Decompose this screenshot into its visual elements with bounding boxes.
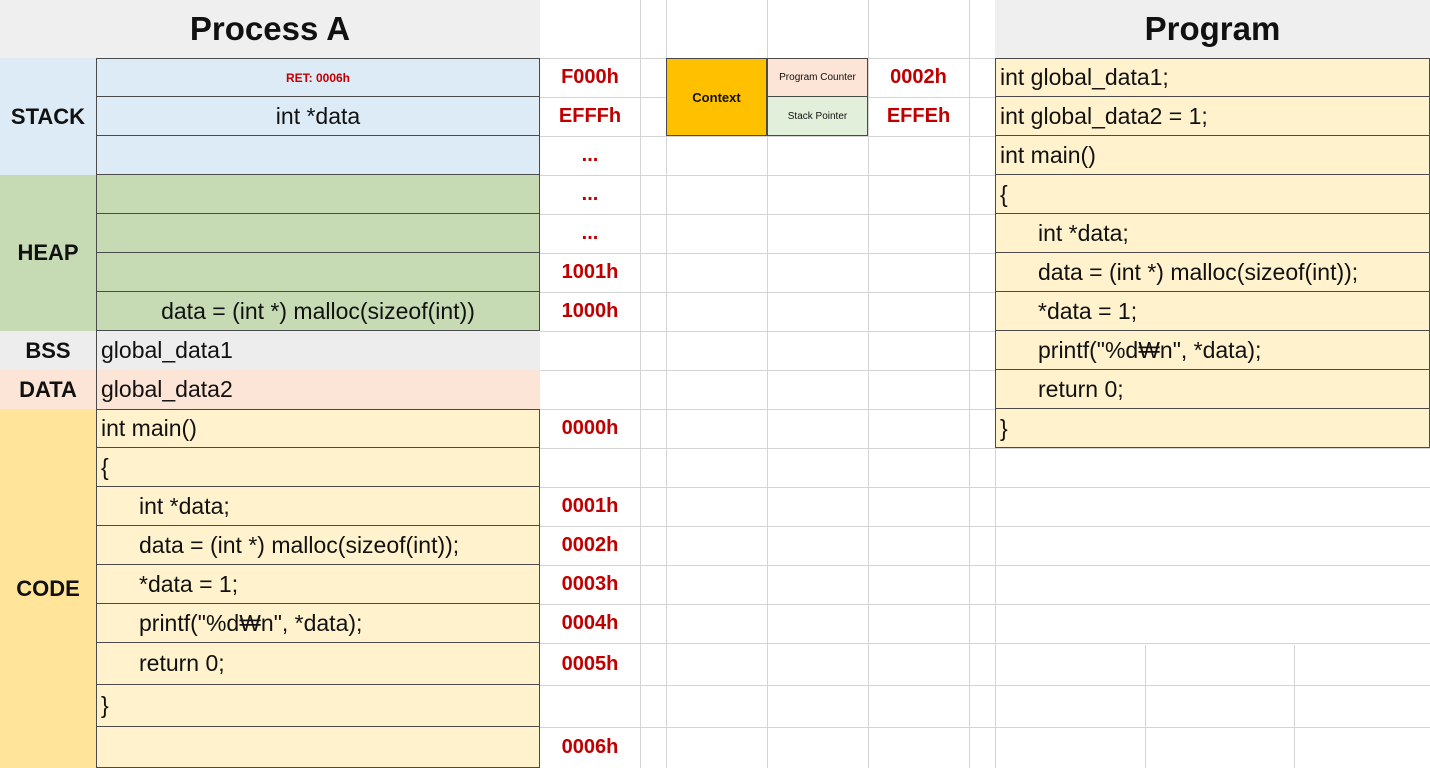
grid-line [540,604,1430,605]
program-line: data = (int *) malloc(sizeof(int)); [995,253,1430,292]
heap-cell [96,253,540,292]
data-label: DATA [0,370,96,409]
code-line: int main() [96,409,540,448]
grid-line [540,685,1430,686]
address-label [540,370,640,409]
address-label: F000h [561,66,619,88]
stack-pointer-label: Stack Pointer [767,97,868,136]
address-label: EFFFh [558,105,622,127]
address-label: 0004h [561,612,619,634]
program-line: int main() [995,136,1430,175]
stack-cell-ret: RET: 0006h [96,58,540,97]
code-line: int *data; [96,487,540,526]
address-label [540,685,640,727]
address-label: 0006h [561,736,619,758]
address-label: 0002h [561,534,619,556]
program-line: *data = 1; [995,292,1430,331]
context-label: Context [666,58,767,136]
address-label: 0000h [561,417,619,439]
grid-line [540,727,1430,728]
code-label: CODE [0,409,96,768]
code-line: } [96,685,540,727]
address-label: 1000h [561,300,619,322]
code-line: return 0; [96,643,540,685]
grid-line [540,526,1430,527]
stack-pointer-value: EFFEh [886,105,951,127]
bss-label: BSS [0,331,96,370]
heap-cell [96,175,540,214]
address-label: ... [581,144,599,166]
stack-cell-empty [96,136,540,175]
program-line: printf("%d₩n", *data); [995,331,1430,370]
address-label: 1001h [561,261,619,283]
address-label [540,448,640,487]
process-title: Process A [0,0,540,58]
grid-line [540,487,1430,488]
code-line [96,727,540,768]
program-counter-label: Program Counter [767,58,868,97]
program-line: int global_data2 = 1; [995,97,1430,136]
code-line: printf("%d₩n", *data); [96,604,540,643]
address-label: 0005h [561,652,619,675]
program-line: int global_data1; [995,58,1430,97]
address-label: 0001h [561,495,619,517]
program-line: { [995,175,1430,214]
heap-cell [96,214,540,253]
data-cell: global_data2 [96,370,540,409]
stack-cell-data: int *data [96,97,540,136]
stack-label: STACK [0,58,96,175]
address-label: ... [581,183,599,205]
program-line: int *data; [995,214,1430,253]
heap-cell-malloc: data = (int *) malloc(sizeof(int)) [96,292,540,331]
grid-line [540,643,1430,644]
code-line: *data = 1; [96,565,540,604]
grid-line [540,565,1430,566]
address-label: 0003h [561,573,619,595]
bss-cell: global_data1 [96,331,540,370]
code-line: data = (int *) malloc(sizeof(int)); [96,526,540,565]
heap-label: HEAP [0,175,96,331]
address-label: ... [581,222,599,244]
code-line: { [96,448,540,487]
program-title: Program [995,0,1430,58]
program-line: } [995,409,1430,448]
grid-line [540,448,1430,449]
address-label [540,331,640,370]
program-counter-value: 0002h [890,66,947,88]
program-line: return 0; [995,370,1430,409]
